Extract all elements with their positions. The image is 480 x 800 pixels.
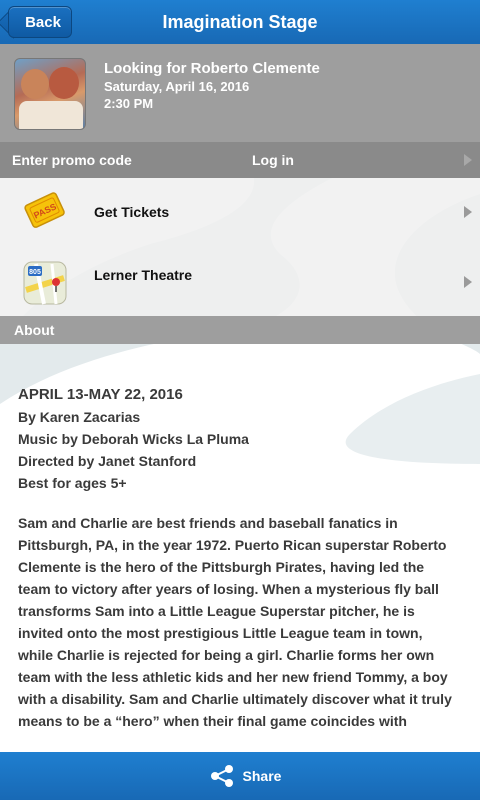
promo-login-row: Enter promo code Log in [0, 142, 480, 178]
share-button[interactable]: Share [200, 760, 290, 792]
event-title: Looking for Roberto Clemente [104, 60, 320, 77]
event-time: 2:30 PM [104, 96, 154, 111]
enter-promo-code-button[interactable]: Enter promo code [12, 142, 132, 178]
music-credit: Music by Deborah Wicks La Pluma [18, 431, 249, 447]
chevron-right-icon [464, 276, 472, 288]
log-in-button[interactable]: Log in [252, 142, 294, 178]
lerner-theatre-row[interactable]: 805 Lerner Theatre [0, 246, 480, 316]
age-recommendation: Best for ages 5+ [18, 475, 127, 491]
show-dates: APRIL 13-MAY 22, 2016 [18, 386, 183, 403]
chevron-right-icon [464, 206, 472, 218]
author-credit: By Karen Zacarias [18, 409, 141, 425]
about-content: APRIL 13-MAY 22, 2016 By Karen Zacarias … [18, 384, 458, 752]
get-tickets-label: Get Tickets [94, 204, 170, 220]
event-header: Looking for Roberto Clemente Saturday, A… [0, 44, 480, 142]
map-icon: 805 [23, 261, 67, 305]
get-tickets-row[interactable]: PASS Get Tickets [0, 178, 480, 246]
bottom-action-bar: Share [0, 752, 480, 800]
share-icon [210, 765, 233, 787]
chevron-right-icon [464, 154, 472, 166]
about-section-header: About [0, 316, 480, 344]
share-label: Share [242, 768, 282, 784]
svg-text:805: 805 [29, 269, 41, 276]
lerner-theatre-label: Lerner Theatre [94, 267, 193, 283]
show-description: Sam and Charlie are best friends and bas… [18, 515, 452, 729]
app-title: Imagination Stage [162, 12, 318, 32]
event-date: Saturday, April 16, 2016 [104, 79, 250, 94]
director-credit: Directed by Janet Stanford [18, 453, 197, 469]
top-app-bar: Back Imagination Stage [0, 0, 480, 44]
event-thumbnail [14, 58, 86, 130]
event-info: Looking for Roberto Clemente Saturday, A… [104, 60, 320, 112]
pass-ticket-icon: PASS [24, 192, 65, 228]
